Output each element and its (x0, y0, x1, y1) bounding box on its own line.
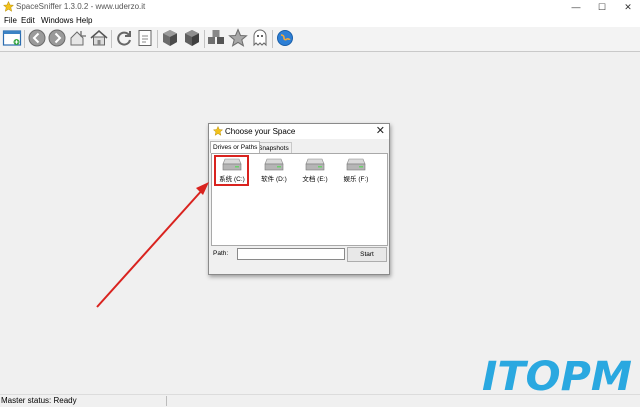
drive-label: 娱乐 (F:) (343, 176, 369, 183)
dialog-close-button[interactable]: ✕ (376, 124, 385, 139)
choose-space-dialog: Choose your Space ✕ Drives or Paths Snap… (208, 123, 390, 275)
hard-drive-icon (264, 158, 284, 171)
menu-bar: File Edit Windows Help (0, 14, 640, 27)
drive-d[interactable]: 软件 (D:) (257, 158, 291, 186)
status-text: Master status: Ready (1, 396, 77, 405)
toolbar (0, 27, 640, 52)
minimize-button[interactable]: — (564, 0, 588, 14)
app-logo-icon (213, 126, 223, 136)
back-icon[interactable] (27, 28, 47, 48)
path-input[interactable] (237, 248, 345, 260)
export-icon[interactable] (135, 28, 155, 48)
tab-snapshots[interactable]: Snapshots (255, 142, 292, 153)
path-label: Path: (213, 250, 229, 257)
toolbar-separator (272, 30, 273, 48)
menu-file[interactable]: File (4, 16, 17, 25)
home-icon[interactable] (89, 28, 109, 48)
tab-drives-or-paths[interactable]: Drives or Paths (210, 141, 261, 153)
status-separator (166, 396, 167, 406)
status-bar: Master status: Ready (0, 394, 640, 407)
go-up-icon[interactable] (68, 28, 88, 48)
watermark-logo: ITOPM (482, 354, 632, 396)
hard-drive-icon (222, 158, 242, 171)
drive-c[interactable]: 系统 (C:) (215, 158, 249, 186)
dialog-title: Choose your Space (225, 127, 296, 136)
app-logo-icon (3, 1, 14, 12)
start-button[interactable]: Start (347, 247, 387, 262)
new-window-icon[interactable] (2, 28, 22, 48)
window-title: SpaceSniffer 1.3.0.2 - www.uderzo.it (16, 2, 146, 11)
drive-label: 文档 (E:) (302, 176, 328, 183)
web-icon[interactable] (275, 28, 295, 48)
toolbar-separator (204, 30, 205, 48)
watermark-text: ITOPM (482, 354, 632, 396)
menu-help[interactable]: Help (76, 16, 92, 25)
dialog-titlebar: Choose your Space ✕ (209, 124, 389, 139)
drives-panel: 系统 (C:) 软件 (D:) 文档 (E:) 娱乐 (F:) (211, 153, 388, 246)
toolbar-separator (24, 30, 25, 48)
drive-e[interactable]: 文档 (E:) (298, 158, 332, 186)
hard-drive-icon (305, 158, 325, 171)
menu-edit[interactable]: Edit (21, 16, 35, 25)
maximize-button[interactable]: ☐ (590, 0, 614, 14)
path-row: Path: Start (211, 247, 387, 262)
window-titlebar: SpaceSniffer 1.3.0.2 - www.uderzo.it — ☐… (0, 0, 640, 14)
toolbar-separator (157, 30, 158, 48)
drive-label: 软件 (D:) (261, 176, 287, 183)
drive-label: 系统 (C:) (219, 176, 245, 183)
close-button[interactable]: ✕ (616, 0, 640, 14)
hard-drive-icon (346, 158, 366, 171)
refresh-icon[interactable] (114, 28, 134, 48)
filter-icon[interactable] (206, 28, 226, 48)
cube-icon[interactable] (182, 28, 202, 48)
forward-icon[interactable] (47, 28, 67, 48)
cube-icon[interactable] (160, 28, 180, 48)
toolbar-separator (111, 30, 112, 48)
drive-f[interactable]: 娱乐 (F:) (339, 158, 373, 186)
ghost-icon[interactable] (250, 28, 270, 48)
menu-windows[interactable]: Windows (41, 16, 73, 25)
star-icon[interactable] (228, 28, 248, 48)
